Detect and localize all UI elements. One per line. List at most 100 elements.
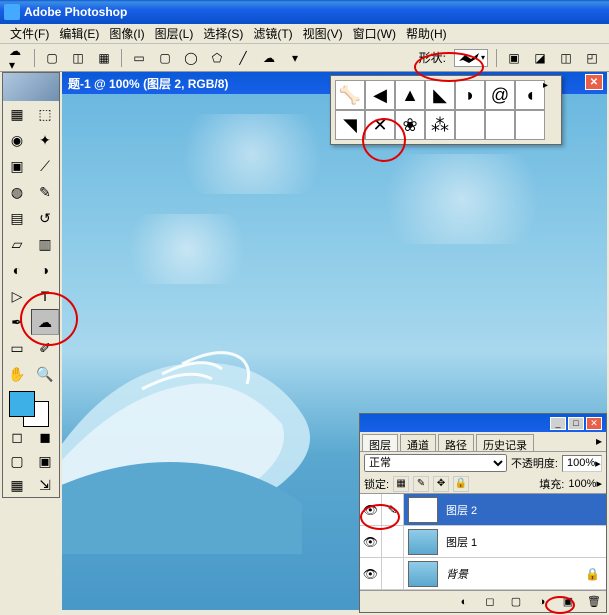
hand-tool[interactable]: ✋: [3, 361, 31, 387]
ellipse-icon[interactable]: ◯: [182, 49, 200, 67]
dodge-tool[interactable]: ◑: [31, 257, 59, 283]
minimize-icon[interactable]: _: [550, 417, 566, 430]
tab-paths[interactable]: 路径: [438, 434, 474, 451]
menu-filter[interactable]: 滤镜(T): [249, 23, 296, 44]
blur-tool[interactable]: ◐: [3, 257, 31, 283]
lock-image-icon[interactable]: ✎: [413, 476, 429, 492]
shape-cat[interactable]: ▲: [395, 80, 425, 110]
stamp-tool[interactable]: ▤: [3, 205, 31, 231]
quick-mask-off-icon[interactable]: ◻: [3, 425, 31, 449]
heal-tool[interactable]: ◍: [3, 179, 31, 205]
geometry-opts-icon[interactable]: ▾: [286, 49, 304, 67]
shape-rabbit[interactable]: ◗: [455, 80, 485, 110]
combine-intersect-icon[interactable]: ◫: [557, 49, 575, 67]
layer-name[interactable]: 图层 1: [442, 534, 606, 550]
lasso-tool[interactable]: ◉: [3, 127, 31, 153]
screen-full-menu-icon[interactable]: ▣: [31, 449, 59, 473]
menu-image[interactable]: 图像(I): [105, 23, 148, 44]
lock-all-icon[interactable]: 🔒: [453, 476, 469, 492]
shape-rabbit2[interactable]: ◖: [515, 80, 545, 110]
notes-tool[interactable]: ▭: [3, 335, 31, 361]
visibility-icon[interactable]: 👁: [360, 494, 382, 525]
shape-tool[interactable]: ☁: [31, 309, 59, 335]
rrect-icon[interactable]: ▢: [156, 49, 174, 67]
history-tool[interactable]: ↺: [31, 205, 59, 231]
lock-transparency-icon[interactable]: ▦: [393, 476, 409, 492]
move-tool[interactable]: ▦: [3, 101, 31, 127]
visibility-icon[interactable]: 👁: [360, 558, 382, 589]
layer-thumbnail[interactable]: [408, 497, 438, 523]
close-panel-icon[interactable]: ✕: [586, 417, 602, 430]
type-tool[interactable]: T: [31, 283, 59, 309]
link-icon[interactable]: [382, 526, 404, 557]
gradient-tool[interactable]: ▥: [31, 231, 59, 257]
quick-mask-on-icon[interactable]: ◼: [31, 425, 59, 449]
eyedrop-tool[interactable]: ✐: [31, 335, 59, 361]
layer-style-icon[interactable]: ◐: [456, 594, 472, 610]
pen-tool[interactable]: ✒: [3, 309, 31, 335]
panel-menu-icon[interactable]: ▸: [543, 80, 557, 94]
shape-fish[interactable]: ◀: [365, 80, 395, 110]
shape-dog[interactable]: ◣: [425, 80, 455, 110]
blend-mode-select[interactable]: 正常: [364, 454, 507, 472]
eraser-tool[interactable]: ▱: [3, 231, 31, 257]
menu-help[interactable]: 帮助(H): [402, 23, 451, 44]
combine-subtract-icon[interactable]: ◪: [531, 49, 549, 67]
new-layer-icon[interactable]: ▣: [560, 594, 576, 610]
close-icon[interactable]: ✕: [585, 74, 603, 90]
tool-preset-icon[interactable]: ☁▾: [8, 49, 26, 67]
shape-bone[interactable]: 🦴: [335, 80, 365, 110]
tab-layers[interactable]: 图层: [362, 434, 398, 451]
menu-edit[interactable]: 编辑(E): [55, 23, 103, 44]
rect-icon[interactable]: ▭: [130, 49, 148, 67]
layer-thumbnail[interactable]: [408, 561, 438, 587]
brush-tool[interactable]: ✎: [31, 179, 59, 205]
line-icon[interactable]: ╱: [234, 49, 252, 67]
jump-icon[interactable]: ⇲: [31, 473, 59, 497]
shape-snail[interactable]: @: [485, 80, 515, 110]
layer-row[interactable]: 👁✎ 图层 2: [360, 494, 606, 526]
shape-paw[interactable]: ❀: [395, 110, 425, 140]
crop-tool[interactable]: ▣: [3, 153, 31, 179]
link-icon[interactable]: ✎: [382, 494, 404, 525]
marquee-tool[interactable]: ⬚: [31, 101, 59, 127]
layer-name[interactable]: 背景: [442, 566, 585, 582]
lock-position-icon[interactable]: ✥: [433, 476, 449, 492]
combine-add-icon[interactable]: ▣: [505, 49, 523, 67]
layer-name[interactable]: 图层 2: [442, 502, 606, 518]
visibility-icon[interactable]: 👁: [360, 526, 382, 557]
shape-preview-dropdown[interactable]: ▾: [454, 49, 488, 67]
layer-row[interactable]: 👁 图层 1: [360, 526, 606, 558]
adjustment-layer-icon[interactable]: ◑: [534, 594, 550, 610]
opacity-input[interactable]: 100%▸: [562, 455, 602, 472]
zoom-tool[interactable]: 🔍: [31, 361, 59, 387]
combine-exclude-icon[interactable]: ◰: [583, 49, 601, 67]
maximize-icon[interactable]: □: [568, 417, 584, 430]
shape-butterfly[interactable]: ✕: [365, 110, 395, 140]
tab-history[interactable]: 历史记录: [476, 434, 534, 451]
custom-shape-icon[interactable]: ☁: [260, 49, 278, 67]
color-swatch[interactable]: [3, 387, 59, 425]
menu-file[interactable]: 文件(F): [6, 23, 53, 44]
polygon-icon[interactable]: ⬠: [208, 49, 226, 67]
menu-window[interactable]: 窗口(W): [349, 23, 400, 44]
menu-select[interactable]: 选择(S): [199, 23, 247, 44]
screen-full-icon[interactable]: ▦: [3, 473, 31, 497]
layer-row[interactable]: 👁背景🔒: [360, 558, 606, 590]
menu-layer[interactable]: 图层(L): [151, 23, 198, 44]
new-set-icon[interactable]: ▢: [508, 594, 524, 610]
menu-view[interactable]: 视图(V): [299, 23, 347, 44]
shape-paw2[interactable]: ⁂: [425, 110, 455, 140]
panel-flyout-icon[interactable]: ▸: [592, 432, 606, 451]
slice-tool[interactable]: ⟋: [31, 153, 59, 179]
path-tool[interactable]: ▷: [3, 283, 31, 309]
wand-tool[interactable]: ✦: [31, 127, 59, 153]
layer-mask-icon[interactable]: ◻: [482, 594, 498, 610]
shape-layers-icon[interactable]: ▢: [43, 49, 61, 67]
foreground-color[interactable]: [9, 391, 35, 417]
tab-channels[interactable]: 通道: [400, 434, 436, 451]
layer-thumbnail[interactable]: [408, 529, 438, 555]
paths-icon[interactable]: ◫: [69, 49, 87, 67]
delete-layer-icon[interactable]: 🗑: [586, 594, 602, 610]
fill-input[interactable]: 100%▸: [568, 477, 602, 490]
